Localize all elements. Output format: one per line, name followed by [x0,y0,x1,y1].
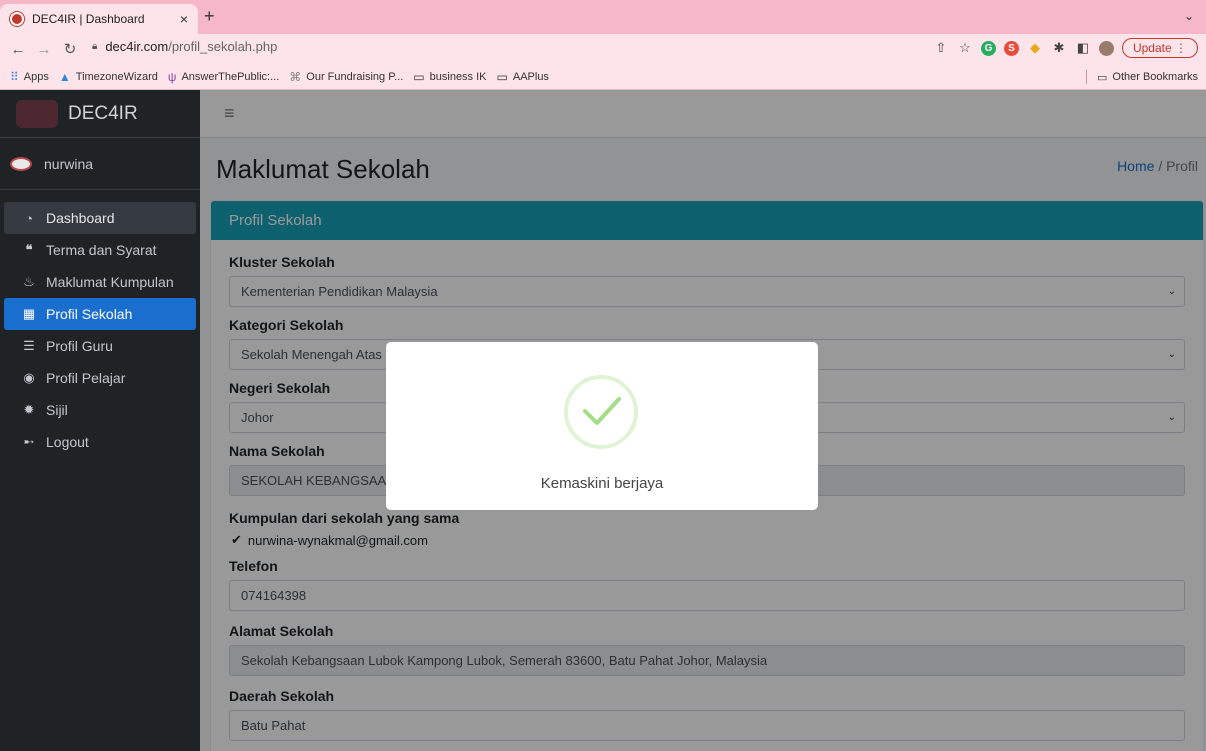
toolbar-actions: ⇧ ☆ G S ◆ ✱ ◧ Update ⋮ [933,38,1198,58]
forward-icon[interactable]: → [36,41,52,58]
sidebar-item-sijil[interactable]: ✹ Sijil [4,394,196,426]
logout-icon: ➸ [23,434,35,449]
sidebar-item-terma-dan-syarat[interactable]: ❝ Terma dan Syarat [4,234,196,266]
brand-text: DEC4IR [68,102,138,124]
bookmark-label: Our Fundraising P... [306,70,404,83]
success-message: Kemaskini berjaya [540,475,664,492]
sidebar-item-label: Profil Pelajar [46,370,126,386]
brand-logo [16,99,58,128]
bookmark-label: AnswerThePublic:... [181,70,280,83]
other-bookmarks[interactable]: ▭ Other Bookmarks [1086,70,1198,84]
badge-icon: ✹ [23,402,35,417]
bookmark-label: AAPlus [512,70,549,83]
sidebar-item-label: Profil Guru [46,338,113,354]
success-check-icon [564,375,638,449]
sidebar-item-dashboard[interactable]: ◔ Dashboard [4,202,196,234]
sidebar-item-profil-pelajar[interactable]: ◉ Profil Pelajar [4,362,196,394]
sidebar-item-maklumat-kumpulan[interactable]: ♨ Maklumat Kumpulan [4,266,196,298]
bookmark-label: Apps [23,70,49,83]
fundraising-icon: ⌘ [289,69,302,84]
browser-tab-bar: DEC4IR | Dashboard × + ⌄ [0,0,1206,34]
apps-grid-icon: ⠿ [10,69,19,84]
update-button[interactable]: Update ⋮ [1121,38,1198,58]
bookmark-label: TimezoneWizard [75,70,158,83]
sidebar-item-label: Dashboard [46,210,115,226]
profile-avatar-icon[interactable] [1098,40,1114,56]
user-panel[interactable]: nurwina [0,138,200,190]
avatar [10,156,32,171]
cards-icon: ☰ [23,338,35,353]
sidebar: DEC4IR nurwina ◔ Dashboard ❝ Terma dan Sya… [0,90,200,751]
timezone-icon: ▲ [58,69,71,84]
checkmark-icon [583,397,621,425]
url-path: /profil_sekolah.php [168,39,278,54]
bookmarks-bar: ⠿ Apps ▲ TimezoneWizard ψ AnswerThePublic:.… [0,64,1206,90]
sidepanel-icon[interactable]: ◧ [1075,40,1091,56]
folder-icon: ▭ [413,69,425,84]
lock-icon: 🔒︎ [92,41,98,52]
tab-close-icon[interactable]: × [180,11,188,27]
puzzle-extensions-icon[interactable]: ✱ [1051,40,1067,56]
sidebar-item-label: Terma dan Syarat [46,242,157,258]
sidebar-menu: ◔ Dashboard ❝ Terma dan Syarat ♨ Maklumat K… [0,190,200,458]
bookmark-apps[interactable]: ⠿ Apps [10,70,49,84]
bookmark-answerthepublic[interactable]: ψ AnswerThePublic:... [168,70,279,84]
sidebar-item-logout[interactable]: ➸ Logout [4,426,196,458]
star-icon[interactable]: ☆ [957,40,973,56]
fire-icon: ♨ [23,274,35,289]
honey-extension-icon[interactable]: ◆ [1027,40,1043,56]
new-tab-button[interactable]: + [204,6,215,27]
user-circle-icon: ◉ [23,370,35,385]
bookmark-separator [1086,70,1087,84]
url-domain: dec4ir.com [105,39,169,54]
reload-icon[interactable]: ↻ [62,40,78,58]
share-icon[interactable]: ⇧ [933,40,949,56]
address-bar[interactable]: 🔒︎ dec4ir.com/profil_sekolah.php [92,39,277,54]
bookmark-timezonewizard[interactable]: ▲ TimezoneWizard [59,70,158,84]
quote-icon: ❝ [25,242,33,257]
sidebar-item-profil-guru[interactable]: ☰ Profil Guru [4,330,196,362]
folder-icon: ▭ [1097,71,1108,84]
sidebar-item-label: Maklumat Kumpulan [46,274,174,290]
back-icon[interactable]: ← [10,41,26,58]
sidebar-item-label: Logout [46,434,89,450]
bookmark-label: business IK [429,70,487,83]
favicon-icon [10,12,24,26]
update-label: Update [1132,41,1172,55]
bookmark-aaplus[interactable]: ▭ AAPlus [497,70,549,84]
grammarly-extension-icon[interactable]: G [980,40,996,56]
sidebar-item-profil-sekolah[interactable]: ▦ Profil Sekolah [4,298,196,330]
folder-icon: ▭ [496,69,508,84]
answerthepublic-icon: ψ [167,69,177,84]
browser-toolbar: ← → ↻ 🔒︎ dec4ir.com/profil_sekolah.php ⇧… [0,34,1206,64]
tachometer-icon: ◔ [25,210,33,226]
other-bookmarks-label: Other Bookmarks [1112,71,1198,83]
success-dialog: Kemaskini berjaya [386,342,818,510]
bookmark-business-ik[interactable]: ▭ business IK [413,70,486,84]
browser-tab[interactable]: DEC4IR | Dashboard × [0,4,198,34]
bookmark-fundraising[interactable]: ⌘ Our Fundraising P... [289,70,403,84]
user-name: nurwina [44,155,94,172]
brand-link[interactable]: DEC4IR [0,90,200,138]
sidebar-item-label: Profil Sekolah [46,306,133,322]
s-extension-icon[interactable]: S [1003,40,1019,56]
tab-search-icon[interactable]: ⌄ [1184,9,1194,23]
building-icon: ▦ [22,306,36,321]
tab-title: DEC4IR | Dashboard [32,12,145,26]
sidebar-item-label: Sijil [46,402,68,418]
